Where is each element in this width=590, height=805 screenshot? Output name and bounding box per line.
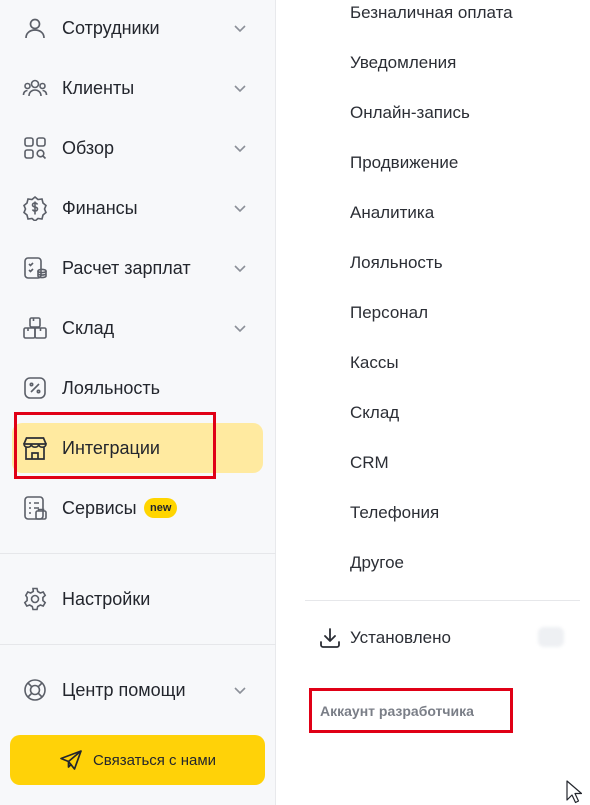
menu-item-category[interactable]: Кассы [350, 348, 399, 378]
new-badge: new [144, 498, 178, 518]
sidebar-item-label: Расчет зарплат [62, 258, 191, 278]
menu-item-category[interactable]: Безналичная оплата [350, 0, 513, 28]
installed-label: Установлено [350, 628, 451, 647]
sidebar-item-label: Склад [62, 318, 115, 338]
menu-item-category[interactable]: Телефония [350, 498, 439, 528]
menu-item-category[interactable]: CRM [350, 448, 389, 478]
sidebar-item-payroll[interactable]: Расчет зарплат [12, 243, 263, 293]
sidebar-item-help-center[interactable]: Центр помощи [12, 665, 263, 715]
chevron-down-icon [231, 199, 249, 217]
menu-divider [305, 600, 580, 601]
clients-group-icon [22, 75, 48, 101]
sidebar-item-services[interactable]: Сервисы new [12, 483, 263, 533]
user-icon [22, 15, 48, 41]
sidebar-item-finance[interactable]: Финансы [12, 183, 263, 233]
installed-count-badge [538, 627, 564, 647]
chevron-down-icon [231, 79, 249, 97]
sidebar-item-label: Обзор [62, 138, 114, 158]
sidebar-item-settings[interactable]: Настройки [12, 574, 263, 624]
warehouse-boxes-icon [22, 315, 48, 341]
menu-item-category[interactable]: Лояльность [350, 248, 443, 278]
sidebar-item-warehouse[interactable]: Склад [12, 303, 263, 353]
store-icon [22, 435, 48, 461]
finance-dollar-icon [22, 195, 48, 221]
chevron-down-icon [231, 139, 249, 157]
sidebar-item-label: Сотрудники [62, 18, 160, 38]
gear-icon [22, 586, 48, 612]
menu-item-category[interactable]: Аналитика [350, 198, 434, 228]
menu-item-category[interactable]: Продвижение [350, 148, 458, 178]
overview-grid-icon [22, 135, 48, 161]
sidebar-item-overview[interactable]: Обзор [12, 123, 263, 173]
sidebar-item-integrations[interactable]: Интеграции [12, 423, 263, 473]
sidebar-item-label: Клиенты [62, 78, 135, 98]
sidebar-item-employees[interactable]: Сотрудники [12, 3, 263, 53]
sidebar: Сотрудники Клиенты Обзор Финансы Расчет … [0, 0, 276, 805]
sidebar-divider [0, 644, 276, 645]
chevron-down-icon [231, 259, 249, 277]
sidebar-item-label: Финансы [62, 198, 138, 218]
developer-account-link[interactable]: Аккаунт разработчика [320, 700, 474, 722]
installed-link[interactable]: Установлено [318, 623, 451, 653]
menu-item-category[interactable]: Склад [350, 398, 399, 428]
sidebar-item-label: Лояльность [62, 378, 161, 398]
menu-item-category[interactable]: Персонал [350, 298, 428, 328]
menu-item-category[interactable]: Другое [350, 548, 404, 578]
contact-us-label: Связаться с нами [92, 751, 217, 769]
mouse-cursor-icon [566, 780, 582, 804]
sidebar-item-label: Интеграции [62, 438, 160, 458]
sidebar-item-label: Настройки [62, 589, 151, 609]
loyalty-percent-icon [22, 375, 48, 401]
sidebar-divider [0, 553, 276, 554]
lifebuoy-icon [22, 677, 48, 703]
chevron-down-icon [231, 681, 249, 699]
menu-item-category[interactable]: Онлайн-запись [350, 98, 470, 128]
sidebar-item-label: Сервисы [62, 498, 137, 518]
services-list-icon [22, 495, 48, 521]
send-plane-icon [59, 748, 83, 772]
sidebar-item-loyalty[interactable]: Лояльность [12, 363, 263, 413]
contact-us-button[interactable]: Связаться с нами [10, 735, 265, 785]
sidebar-item-clients[interactable]: Клиенты [12, 63, 263, 113]
menu-item-category[interactable]: Уведомления [350, 48, 456, 78]
payroll-icon [22, 255, 48, 281]
download-icon [318, 626, 342, 650]
chevron-down-icon [231, 319, 249, 337]
sidebar-item-label: Центр помощи [62, 680, 186, 700]
chevron-down-icon [231, 19, 249, 37]
